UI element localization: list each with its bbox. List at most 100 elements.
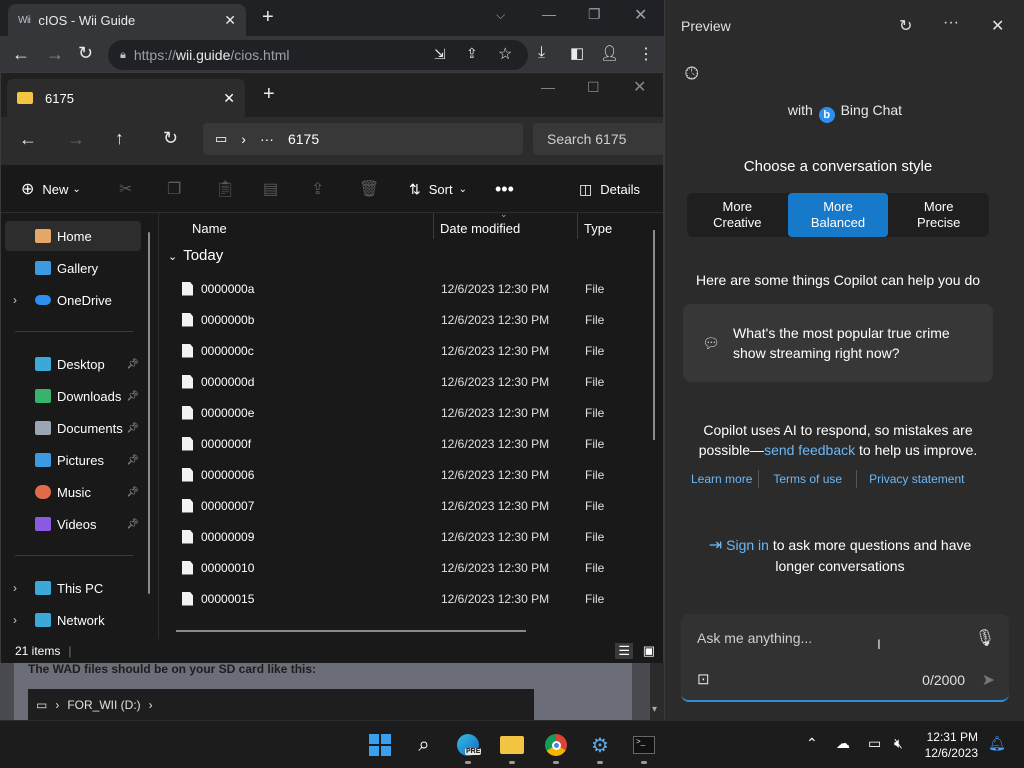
privacy-statement-link[interactable]: Privacy statement [857, 472, 976, 486]
onedrive-sync-icon[interactable]: ☁ [836, 735, 850, 752]
sidebar-item-gallery[interactable]: Gallery [5, 253, 141, 283]
cut-icon[interactable]: ✂ [119, 165, 132, 213]
start-button[interactable] [364, 729, 396, 761]
table-row[interactable]: 0000000b 12/6/2023 12:30 PM File [168, 304, 648, 335]
page-scrollbar[interactable]: ▾ [650, 662, 664, 720]
sidebar-item-network[interactable]: › Network [5, 605, 141, 635]
show-hidden-icons-icon[interactable]: ⌃ [806, 735, 818, 752]
system-clock[interactable]: 12:31 PM 12/6/2023 [925, 729, 978, 761]
browser-tab[interactable]: Wii cIOS - Wii Guide ✕ [8, 4, 246, 36]
microphone-icon[interactable]: 🎙︎ [975, 628, 995, 648]
group-header-today[interactable]: ⌄ Today [168, 247, 223, 264]
sign-in-link[interactable]: Sign in [726, 537, 769, 553]
table-row[interactable]: 0000000f 12/6/2023 12:30 PM File [168, 428, 648, 459]
details-button[interactable]: ◫ Details [579, 165, 640, 213]
more-options-icon[interactable]: ••• [495, 165, 514, 213]
more-options-icon[interactable]: ··· [943, 14, 959, 32]
copy-icon[interactable]: ❐ [167, 165, 181, 213]
style-creative-button[interactable]: More Creative [687, 193, 788, 237]
settings-icon[interactable]: ⚙ [584, 729, 616, 761]
edge-icon[interactable]: PRE [452, 729, 484, 761]
chat-input-placeholder[interactable]: Ask me anything... [697, 630, 812, 646]
network-status-icon[interactable]: ▭ [868, 735, 881, 752]
restore-icon[interactable]: ❐ [588, 6, 601, 23]
table-row[interactable]: 00000009 12/6/2023 12:30 PM File [168, 521, 648, 552]
table-row[interactable]: 0000000e 12/6/2023 12:30 PM File [168, 397, 648, 428]
tab-search-icon[interactable]: ⌵ [496, 8, 505, 23]
history-icon[interactable]: 🕓︎ [685, 64, 698, 84]
back-icon[interactable]: ← [19, 129, 37, 150]
column-name[interactable]: Name [160, 213, 434, 243]
suggestion-card[interactable]: 💬︎ What's the most popular true crime sh… [683, 304, 993, 382]
new-button[interactable]: ⊕ New ⌄ [21, 165, 81, 213]
explorer-tab[interactable]: 6175 ✕ [7, 79, 245, 117]
table-row[interactable]: 00000015 12/6/2023 12:30 PM File [168, 583, 648, 614]
new-tab-button[interactable]: + [263, 83, 275, 106]
image-search-icon[interactable]: ⊡ [697, 670, 710, 688]
details-view-icon[interactable]: ☰ [615, 643, 633, 659]
learn-more-link[interactable]: Learn more [685, 472, 758, 486]
close-tab-icon[interactable]: ✕ [223, 90, 235, 107]
refresh-icon[interactable]: ↻ [163, 128, 178, 149]
column-type[interactable]: Type [578, 213, 612, 243]
menu-icon[interactable]: ⋮ [638, 44, 654, 64]
table-row[interactable]: 0000000a 12/6/2023 12:30 PM File [168, 273, 648, 304]
tiles-view-icon[interactable]: ▣ [643, 643, 655, 659]
sidebar-item-documents[interactable]: Documents 📌︎ [5, 413, 141, 443]
install-app-icon[interactable]: ⇲ [434, 46, 446, 63]
back-icon[interactable]: ← [12, 44, 30, 65]
sort-button[interactable]: ⇅ Sort ⌄ [409, 165, 467, 213]
sidebar-item-home[interactable]: Home [5, 221, 141, 251]
share-icon[interactable]: ⇪ [466, 45, 478, 62]
sidebar-item-music[interactable]: Music 📌︎ [5, 477, 141, 507]
file-list-vertical-scrollbar[interactable] [653, 230, 655, 440]
sidebar-item-pictures[interactable]: Pictures 📌︎ [5, 445, 141, 475]
paste-icon[interactable]: 📋︎ [215, 165, 235, 213]
file-list-horizontal-scrollbar[interactable] [176, 630, 526, 632]
table-row[interactable]: 0000000d 12/6/2023 12:30 PM File [168, 366, 648, 397]
chevron-right-icon[interactable]: › [13, 293, 17, 307]
chevron-right-icon[interactable]: › [13, 613, 17, 627]
minimize-icon[interactable]: — [541, 79, 555, 95]
sidebar-item-onedrive[interactable]: › OneDrive [5, 285, 141, 315]
volume-muted-icon[interactable]: 🔇︎ [894, 735, 903, 752]
chat-input-box[interactable]: Ask me anything... I 🎙︎ ⊡ 0/2000 ➤ [681, 614, 1009, 702]
navigation-scrollbar[interactable] [148, 232, 150, 594]
table-row[interactable]: 00000010 12/6/2023 12:30 PM File [168, 552, 648, 583]
explorer-address-bar[interactable]: ▭ › ··· 6175 [203, 123, 523, 155]
bookmark-star-icon[interactable]: ☆ [498, 44, 512, 64]
downloads-icon[interactable]: ⤓ [538, 44, 545, 62]
refresh-icon[interactable]: ↻ [899, 16, 912, 36]
reload-icon[interactable]: ↻ [78, 43, 93, 64]
send-icon[interactable]: ➤ [982, 670, 995, 690]
close-window-icon[interactable]: ✕ [634, 5, 647, 25]
sidebar-item-desktop[interactable]: Desktop 📌︎ [5, 349, 141, 379]
side-panel-icon[interactable]: ◧ [570, 44, 584, 62]
maximize-icon[interactable]: ☐ [587, 79, 600, 96]
forward-icon[interactable]: → [67, 129, 85, 150]
notifications-bell-icon[interactable]: 🔔︎ [988, 735, 1006, 752]
table-row[interactable]: 0000000c 12/6/2023 12:30 PM File [168, 335, 648, 366]
send-feedback-link[interactable]: send feedback [764, 442, 855, 458]
terminal-icon[interactable]: >_ [628, 729, 660, 761]
close-tab-icon[interactable]: ✕ [224, 12, 236, 29]
address-bar[interactable]: 🔒︎ https://wii.guide/cios.html [108, 40, 528, 70]
explorer-search-input[interactable]: Search 6175 [533, 123, 665, 155]
delete-icon[interactable]: 🗑︎ [359, 165, 379, 213]
chrome-icon[interactable] [540, 729, 572, 761]
scroll-down-icon[interactable]: ▾ [652, 704, 657, 715]
sidebar-item-downloads[interactable]: Downloads 📌︎ [5, 381, 141, 411]
sidebar-item-this-pc[interactable]: › This PC [5, 573, 141, 603]
close-window-icon[interactable]: ✕ [633, 77, 646, 97]
profile-icon[interactable]: 👤︎ [600, 44, 619, 62]
table-row[interactable]: 00000006 12/6/2023 12:30 PM File [168, 459, 648, 490]
sidebar-item-videos[interactable]: Videos 📌︎ [5, 509, 141, 539]
forward-icon[interactable]: → [46, 44, 64, 65]
style-balanced-button[interactable]: More Balanced [787, 193, 889, 237]
search-icon[interactable]: ⌕ [408, 729, 440, 761]
terms-of-use-link[interactable]: Terms of use [759, 472, 856, 486]
ellipsis-icon[interactable]: ··· [260, 131, 274, 147]
share-icon[interactable]: ⇪ [311, 165, 324, 213]
table-row[interactable]: 00000007 12/6/2023 12:30 PM File [168, 490, 648, 521]
new-tab-button[interactable]: + [262, 6, 274, 29]
